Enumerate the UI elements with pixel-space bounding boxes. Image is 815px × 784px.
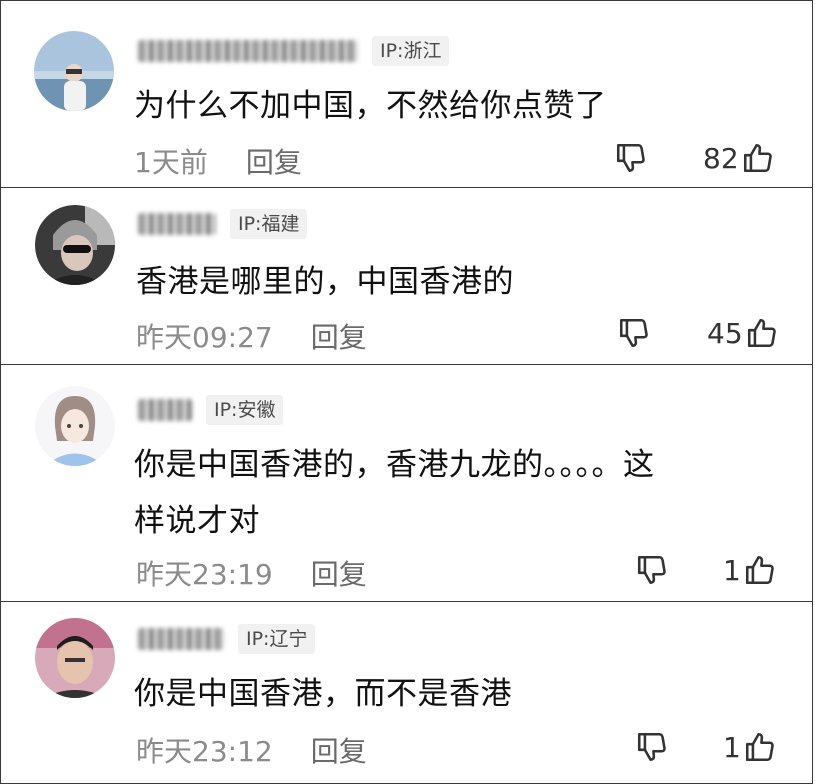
comment-text: 你是中国香港的，香港九龙的。。。。这 样说才对 — [134, 437, 655, 549]
reply-button[interactable]: 回复 — [311, 730, 367, 770]
dislike-button[interactable] — [617, 316, 651, 350]
comment-card: IP:浙江 为什么不加中国，不然给你点赞了 1天前 回复 82 — [0, 0, 813, 188]
comment-text: 你是中国香港，而不是香港 — [134, 666, 512, 722]
ip-location-badge: IP:辽宁 — [238, 624, 316, 654]
thumbs-down-icon — [637, 555, 666, 585]
comment-line: 样说才对 — [134, 503, 260, 539]
comment-time: 1天前 — [134, 146, 208, 179]
reply-button[interactable]: 回复 — [311, 553, 367, 593]
username-blurred[interactable] — [138, 40, 358, 62]
dislike-button[interactable] — [614, 141, 648, 175]
username-blurred[interactable] — [138, 628, 224, 650]
like-button[interactable]: 45 — [707, 316, 779, 350]
thumbs-up-icon — [743, 143, 772, 173]
avatar[interactable] — [35, 618, 115, 698]
dislike-button[interactable] — [635, 730, 669, 764]
thumbs-up-icon — [745, 732, 774, 762]
thumbs-down-icon — [619, 318, 648, 348]
avatar[interactable] — [34, 31, 114, 111]
like-count: 82 — [703, 141, 739, 175]
thumbs-up-icon — [747, 318, 776, 348]
like-count: 45 — [707, 316, 743, 350]
thumbs-down-icon — [637, 732, 666, 762]
ip-location-badge: IP:福建 — [230, 209, 308, 239]
comment-text: 香港是哪里的，中国香港的 — [136, 254, 514, 310]
like-button[interactable]: 1 — [723, 553, 777, 587]
comment-line: 你是中国香港，而不是香港 — [134, 676, 512, 712]
username-blurred[interactable] — [138, 213, 216, 235]
comment-card: IP:安徽 你是中国香港的，香港九龙的。。。。这 样说才对 昨天23:19 回复… — [0, 364, 813, 602]
username-blurred[interactable] — [138, 399, 192, 421]
comment-time: 昨天09:27 — [136, 321, 273, 354]
comment-line: 你是中国香港的，香港九龙的。。。。这 — [134, 447, 655, 483]
comment-time: 昨天23:12 — [136, 735, 273, 768]
comment-time: 昨天23:19 — [136, 558, 273, 591]
ip-location-badge: IP:浙江 — [372, 36, 450, 66]
reply-button[interactable]: 回复 — [246, 141, 302, 181]
like-count: 1 — [723, 553, 741, 587]
comment-card: IP:辽宁 你是中国香港，而不是香港 昨天23:12 回复 1 — [0, 601, 813, 784]
avatar[interactable] — [35, 205, 115, 285]
thumbs-up-icon — [745, 555, 774, 585]
dislike-button[interactable] — [635, 553, 669, 587]
ip-location-badge: IP:安徽 — [206, 395, 284, 425]
avatar[interactable] — [35, 386, 115, 466]
thumbs-down-icon — [616, 143, 645, 173]
like-button[interactable]: 1 — [723, 730, 777, 764]
reply-button[interactable]: 回复 — [311, 316, 367, 356]
comment-line: 香港是哪里的，中国香港的 — [136, 264, 514, 300]
comment-text: 为什么不加中国，不然给你点赞了 — [134, 78, 607, 134]
comment-card: IP:福建 香港是哪里的，中国香港的 昨天09:27 回复 45 — [0, 187, 813, 365]
like-count: 1 — [723, 730, 741, 764]
like-button[interactable]: 82 — [703, 141, 775, 175]
comment-line: 为什么不加中国，不然给你点赞了 — [134, 88, 607, 124]
